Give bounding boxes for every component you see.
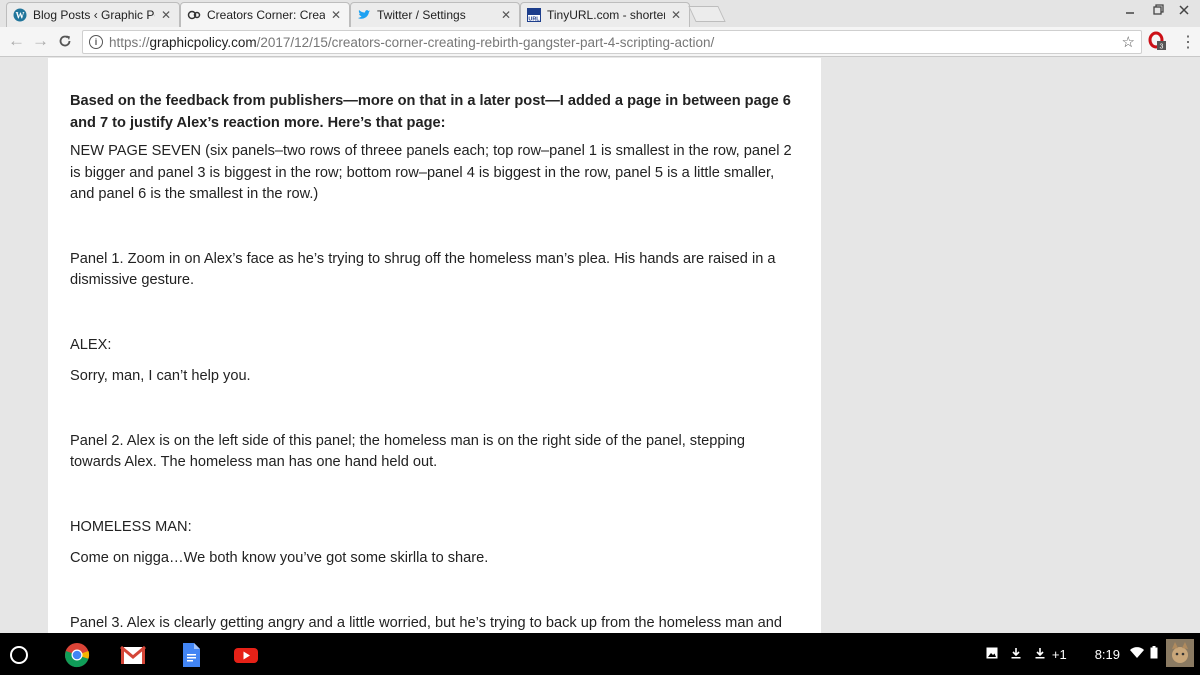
os-shelf: +1 8:19 xyxy=(0,633,1200,675)
panel-2-paragraph: Panel 2. Alex is on the left side of thi… xyxy=(70,432,745,471)
dialogue-speaker-homeless-man: HOMELESS MAN: xyxy=(70,518,192,535)
graphic-policy-icon xyxy=(187,8,201,22)
screenshot-notification-icon[interactable] xyxy=(986,647,998,662)
wordpress-icon: W xyxy=(13,8,27,22)
svg-text:W: W xyxy=(16,11,25,21)
docs-icon[interactable] xyxy=(178,642,204,668)
tab-creators-corner[interactable]: Creators Corner: Creatin ✕ xyxy=(180,2,350,27)
battery-icon xyxy=(1150,646,1158,662)
tab-twitter-settings[interactable]: Twitter / Settings ✕ xyxy=(350,2,520,27)
svg-text:3: 3 xyxy=(1160,44,1164,51)
url-host: graphicpolicy.com xyxy=(149,34,257,50)
system-tray[interactable]: +1 8:19 xyxy=(986,633,1200,675)
panel-1-paragraph: Panel 1. Zoom in on Alex’s face as he’s … xyxy=(70,250,776,289)
launcher-button[interactable] xyxy=(10,646,28,664)
new-tab-button[interactable] xyxy=(688,6,726,22)
panel-3-paragraph: Panel 3. Alex is clearly getting angry a… xyxy=(70,614,782,631)
clock[interactable]: 8:19 xyxy=(1095,647,1120,662)
avatar[interactable] xyxy=(1166,638,1194,670)
menu-kebab-icon[interactable]: ⋮ xyxy=(1180,32,1196,52)
close-icon[interactable]: ✕ xyxy=(159,8,173,22)
youtube-icon[interactable] xyxy=(233,642,259,668)
back-button[interactable]: ← xyxy=(8,32,25,50)
close-icon[interactable]: ✕ xyxy=(499,8,513,22)
bookmark-star-icon[interactable]: ☆ xyxy=(1122,33,1135,51)
url-path: /2017/12/15/creators-corner-creating-reb… xyxy=(256,34,715,50)
browser-toolbar: ← → i https://graphicpolicy.com/2017/12/… xyxy=(0,27,1200,57)
reload-button[interactable] xyxy=(58,32,72,52)
download-icon[interactable] xyxy=(1010,647,1022,662)
notification-count[interactable]: +1 xyxy=(1052,647,1067,662)
info-icon[interactable]: i xyxy=(89,35,103,49)
chrome-icon[interactable] xyxy=(64,642,90,668)
window-close-icon[interactable] xyxy=(1178,4,1190,19)
tab-strip: W Blog Posts ‹ Graphic Pol ✕ Creators Co… xyxy=(0,0,1200,27)
twitter-icon xyxy=(357,8,371,22)
download-icon[interactable] xyxy=(1034,647,1046,662)
forward-button[interactable]: → xyxy=(32,32,49,50)
gmail-icon[interactable] xyxy=(120,642,146,668)
tab-title: TinyURL.com - shorten th xyxy=(547,8,665,22)
tab-title: Blog Posts ‹ Graphic Pol xyxy=(33,8,155,22)
close-icon[interactable]: ✕ xyxy=(669,8,683,22)
dialogue-line-alex: Sorry, man, I can’t help you. xyxy=(70,368,251,384)
dialogue-speaker-alex: ALEX: xyxy=(70,336,112,353)
page-viewport: Based on the feedback from publishers—mo… xyxy=(0,58,1200,633)
intro-bold-paragraph: Based on the feedback from publishers—mo… xyxy=(70,93,791,131)
tab-title: Twitter / Settings xyxy=(377,8,466,22)
tinyurl-icon: URL xyxy=(527,8,541,22)
tab-title: Creators Corner: Creatin xyxy=(207,8,325,22)
wifi-icon xyxy=(1130,646,1144,662)
address-bar[interactable]: i https://graphicpolicy.com/2017/12/15/c… xyxy=(82,30,1142,54)
restore-icon[interactable] xyxy=(1152,4,1164,19)
minimize-icon[interactable] xyxy=(1124,4,1136,19)
article-body: Based on the feedback from publishers—mo… xyxy=(48,58,821,633)
tab-blog-posts[interactable]: W Blog Posts ‹ Graphic Pol ✕ xyxy=(6,2,180,27)
extension-icon[interactable]: 3 xyxy=(1148,31,1168,51)
close-icon[interactable]: ✕ xyxy=(329,8,343,22)
svg-text:URL: URL xyxy=(528,16,540,22)
page-heading-paragraph: NEW PAGE SEVEN (six panels–two rows of t… xyxy=(70,143,792,202)
tab-tinyurl[interactable]: URL TinyURL.com - shorten th ✕ xyxy=(520,2,690,27)
dialogue-line-homeless-man: Come on nigga…We both know you’ve got so… xyxy=(70,550,489,566)
url-scheme: https:// xyxy=(109,34,150,50)
